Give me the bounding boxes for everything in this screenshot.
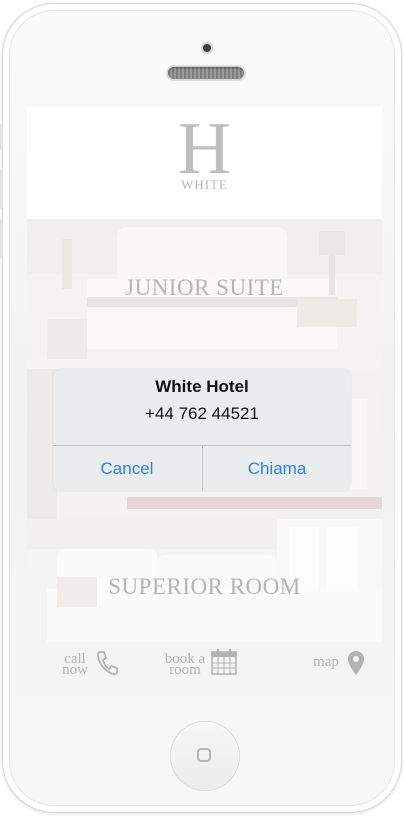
earpiece-speaker [168, 67, 244, 79]
volume-up-button [0, 169, 3, 209]
cancel-button[interactable]: Cancel [53, 446, 201, 491]
home-square-icon [197, 748, 211, 762]
alert-title: White Hotel [155, 377, 249, 396]
front-camera [203, 44, 211, 52]
volume-down-button [0, 219, 3, 259]
home-button[interactable] [171, 722, 239, 790]
call-button[interactable]: Chiama [203, 446, 351, 491]
alert-phone-number: +44 762 44521 [145, 404, 259, 423]
app-screen: H WHITE JUNIOR SUITE SUPERIOR ROOM call … [27, 107, 382, 687]
mute-switch [0, 124, 3, 150]
call-alert-dialog: White Hotel +44 762 44521 Cancel Chiama [53, 369, 351, 491]
